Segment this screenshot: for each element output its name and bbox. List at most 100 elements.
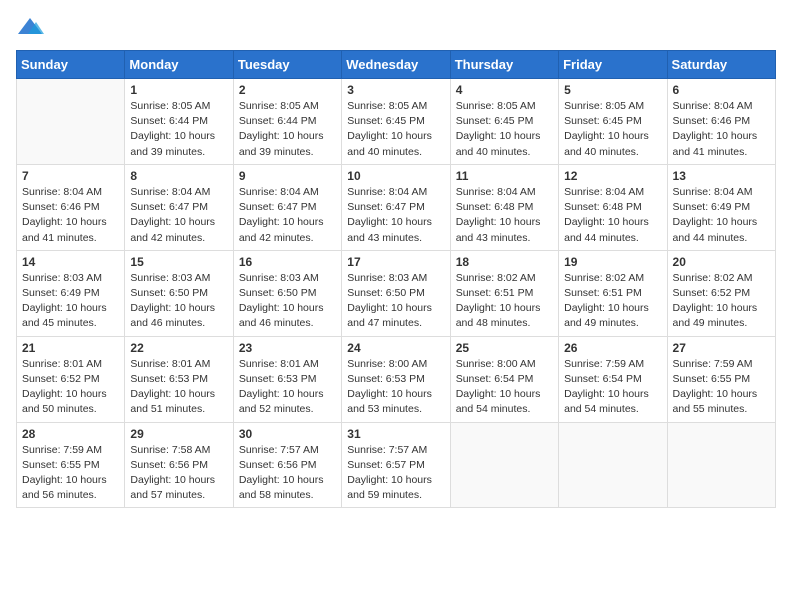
day-number: 20 [673,255,770,269]
day-number: 12 [564,169,661,183]
calendar-cell: 18Sunrise: 8:02 AMSunset: 6:51 PMDayligh… [450,250,558,336]
calendar-cell: 8 Sunrise: 8:04 AMSunset: 6:47 PMDaylight… [125,164,233,250]
calendar-cell [450,422,558,508]
day-info: Sunrise: 8:04 AMSunset: 6:49 PMDaylight:… [673,185,770,246]
calendar-cell: 29Sunrise: 7:58 AMSunset: 6:56 PMDayligh… [125,422,233,508]
day-info: Sunrise: 8:01 AMSunset: 6:53 PMDaylight:… [130,357,227,418]
day-number: 26 [564,341,661,355]
day-info: Sunrise: 8:05 AMSunset: 6:44 PMDaylight:… [130,99,227,160]
weekday-header-row: SundayMondayTuesdayWednesdayThursdayFrid… [17,51,776,79]
day-number: 11 [456,169,553,183]
day-number: 2 [239,83,336,97]
day-info: Sunrise: 8:05 AMSunset: 6:45 PMDaylight:… [564,99,661,160]
calendar-week-1: 1 Sunrise: 8:05 AMSunset: 6:44 PMDaylight… [17,79,776,165]
day-number: 5 [564,83,661,97]
day-info: Sunrise: 8:03 AMSunset: 6:50 PMDaylight:… [239,271,336,332]
day-info: Sunrise: 8:05 AMSunset: 6:44 PMDaylight:… [239,99,336,160]
day-info: Sunrise: 8:04 AMSunset: 6:46 PMDaylight:… [22,185,119,246]
calendar-cell [559,422,667,508]
day-number: 13 [673,169,770,183]
day-number: 8 [130,169,227,183]
day-number: 10 [347,169,444,183]
day-info: Sunrise: 8:01 AMSunset: 6:52 PMDaylight:… [22,357,119,418]
day-info: Sunrise: 8:04 AMSunset: 6:47 PMDaylight:… [347,185,444,246]
day-info: Sunrise: 8:03 AMSunset: 6:50 PMDaylight:… [347,271,444,332]
day-info: Sunrise: 7:59 AMSunset: 6:55 PMDaylight:… [22,443,119,504]
calendar-cell [667,422,775,508]
calendar-cell: 9 Sunrise: 8:04 AMSunset: 6:47 PMDaylight… [233,164,341,250]
day-number: 7 [22,169,119,183]
day-info: Sunrise: 7:59 AMSunset: 6:54 PMDaylight:… [564,357,661,418]
calendar-cell: 20 Sunrise: 8:02 AMSunset: 6:52 PMDayligh… [667,250,775,336]
day-number: 31 [347,427,444,441]
calendar-cell: 2 Sunrise: 8:05 AMSunset: 6:44 PMDaylight… [233,79,341,165]
day-number: 4 [456,83,553,97]
calendar-cell: 23 Sunrise: 8:01 AMSunset: 6:53 PMDayligh… [233,336,341,422]
weekday-header-wednesday: Wednesday [342,51,450,79]
day-number: 1 [130,83,227,97]
calendar-cell: 28 Sunrise: 7:59 AMSunset: 6:55 PMDayligh… [17,422,125,508]
calendar-cell: 27 Sunrise: 7:59 AMSunset: 6:55 PMDayligh… [667,336,775,422]
calendar-cell: 12 Sunrise: 8:04 AMSunset: 6:48 PMDayligh… [559,164,667,250]
calendar-cell: 15 Sunrise: 8:03 AMSunset: 6:50 PMDayligh… [125,250,233,336]
day-number: 24 [347,341,444,355]
calendar-cell: 6Sunrise: 8:04 AMSunset: 6:46 PMDaylight… [667,79,775,165]
logo-icon [16,16,44,38]
calendar-week-2: 7 Sunrise: 8:04 AMSunset: 6:46 PMDaylight… [17,164,776,250]
calendar-cell: 3Sunrise: 8:05 AMSunset: 6:45 PMDaylight… [342,79,450,165]
weekday-header-sunday: Sunday [17,51,125,79]
calendar-cell: 10 Sunrise: 8:04 AMSunset: 6:47 PMDayligh… [342,164,450,250]
day-info: Sunrise: 8:01 AMSunset: 6:53 PMDaylight:… [239,357,336,418]
day-number: 27 [673,341,770,355]
calendar-cell: 1 Sunrise: 8:05 AMSunset: 6:44 PMDaylight… [125,79,233,165]
day-number: 30 [239,427,336,441]
day-number: 21 [22,341,119,355]
calendar-cell: 21 Sunrise: 8:01 AMSunset: 6:52 PMDayligh… [17,336,125,422]
weekday-header-thursday: Thursday [450,51,558,79]
day-number: 17 [347,255,444,269]
day-number: 14 [22,255,119,269]
calendar-cell: 19 Sunrise: 8:02 AMSunset: 6:51 PMDayligh… [559,250,667,336]
calendar-cell: 30Sunrise: 7:57 AMSunset: 6:56 PMDayligh… [233,422,341,508]
day-info: Sunrise: 8:05 AMSunset: 6:45 PMDaylight:… [456,99,553,160]
day-info: Sunrise: 8:02 AMSunset: 6:51 PMDaylight:… [456,271,553,332]
day-info: Sunrise: 8:03 AMSunset: 6:50 PMDaylight:… [130,271,227,332]
day-info: Sunrise: 8:00 AMSunset: 6:53 PMDaylight:… [347,357,444,418]
weekday-header-tuesday: Tuesday [233,51,341,79]
weekday-header-monday: Monday [125,51,233,79]
day-number: 6 [673,83,770,97]
day-number: 3 [347,83,444,97]
page-header [16,16,776,38]
calendar-cell: 24 Sunrise: 8:00 AMSunset: 6:53 PMDayligh… [342,336,450,422]
calendar-cell: 25 Sunrise: 8:00 AMSunset: 6:54 PMDayligh… [450,336,558,422]
calendar-cell [17,79,125,165]
calendar-cell: 31Sunrise: 7:57 AMSunset: 6:57 PMDayligh… [342,422,450,508]
day-info: Sunrise: 8:02 AMSunset: 6:51 PMDaylight:… [564,271,661,332]
calendar-cell: 16 Sunrise: 8:03 AMSunset: 6:50 PMDayligh… [233,250,341,336]
calendar-cell: 14Sunrise: 8:03 AMSunset: 6:49 PMDayligh… [17,250,125,336]
day-number: 28 [22,427,119,441]
day-info: Sunrise: 8:04 AMSunset: 6:48 PMDaylight:… [456,185,553,246]
day-number: 23 [239,341,336,355]
day-number: 15 [130,255,227,269]
day-info: Sunrise: 8:04 AMSunset: 6:47 PMDaylight:… [130,185,227,246]
calendar-cell: 13 Sunrise: 8:04 AMSunset: 6:49 PMDayligh… [667,164,775,250]
day-number: 29 [130,427,227,441]
day-number: 22 [130,341,227,355]
calendar-week-5: 28 Sunrise: 7:59 AMSunset: 6:55 PMDayligh… [17,422,776,508]
day-info: Sunrise: 7:59 AMSunset: 6:55 PMDaylight:… [673,357,770,418]
day-info: Sunrise: 8:04 AMSunset: 6:48 PMDaylight:… [564,185,661,246]
day-info: Sunrise: 8:00 AMSunset: 6:54 PMDaylight:… [456,357,553,418]
calendar-week-4: 21 Sunrise: 8:01 AMSunset: 6:52 PMDayligh… [17,336,776,422]
day-info: Sunrise: 8:02 AMSunset: 6:52 PMDaylight:… [673,271,770,332]
day-number: 25 [456,341,553,355]
logo [16,16,48,38]
calendar-cell: 11 Sunrise: 8:04 AMSunset: 6:48 PMDayligh… [450,164,558,250]
day-number: 16 [239,255,336,269]
day-number: 9 [239,169,336,183]
day-info: Sunrise: 8:04 AMSunset: 6:47 PMDaylight:… [239,185,336,246]
day-number: 19 [564,255,661,269]
calendar-table: SundayMondayTuesdayWednesdayThursdayFrid… [16,50,776,508]
calendar-cell: 26 Sunrise: 7:59 AMSunset: 6:54 PMDayligh… [559,336,667,422]
calendar-cell: 7 Sunrise: 8:04 AMSunset: 6:46 PMDaylight… [17,164,125,250]
